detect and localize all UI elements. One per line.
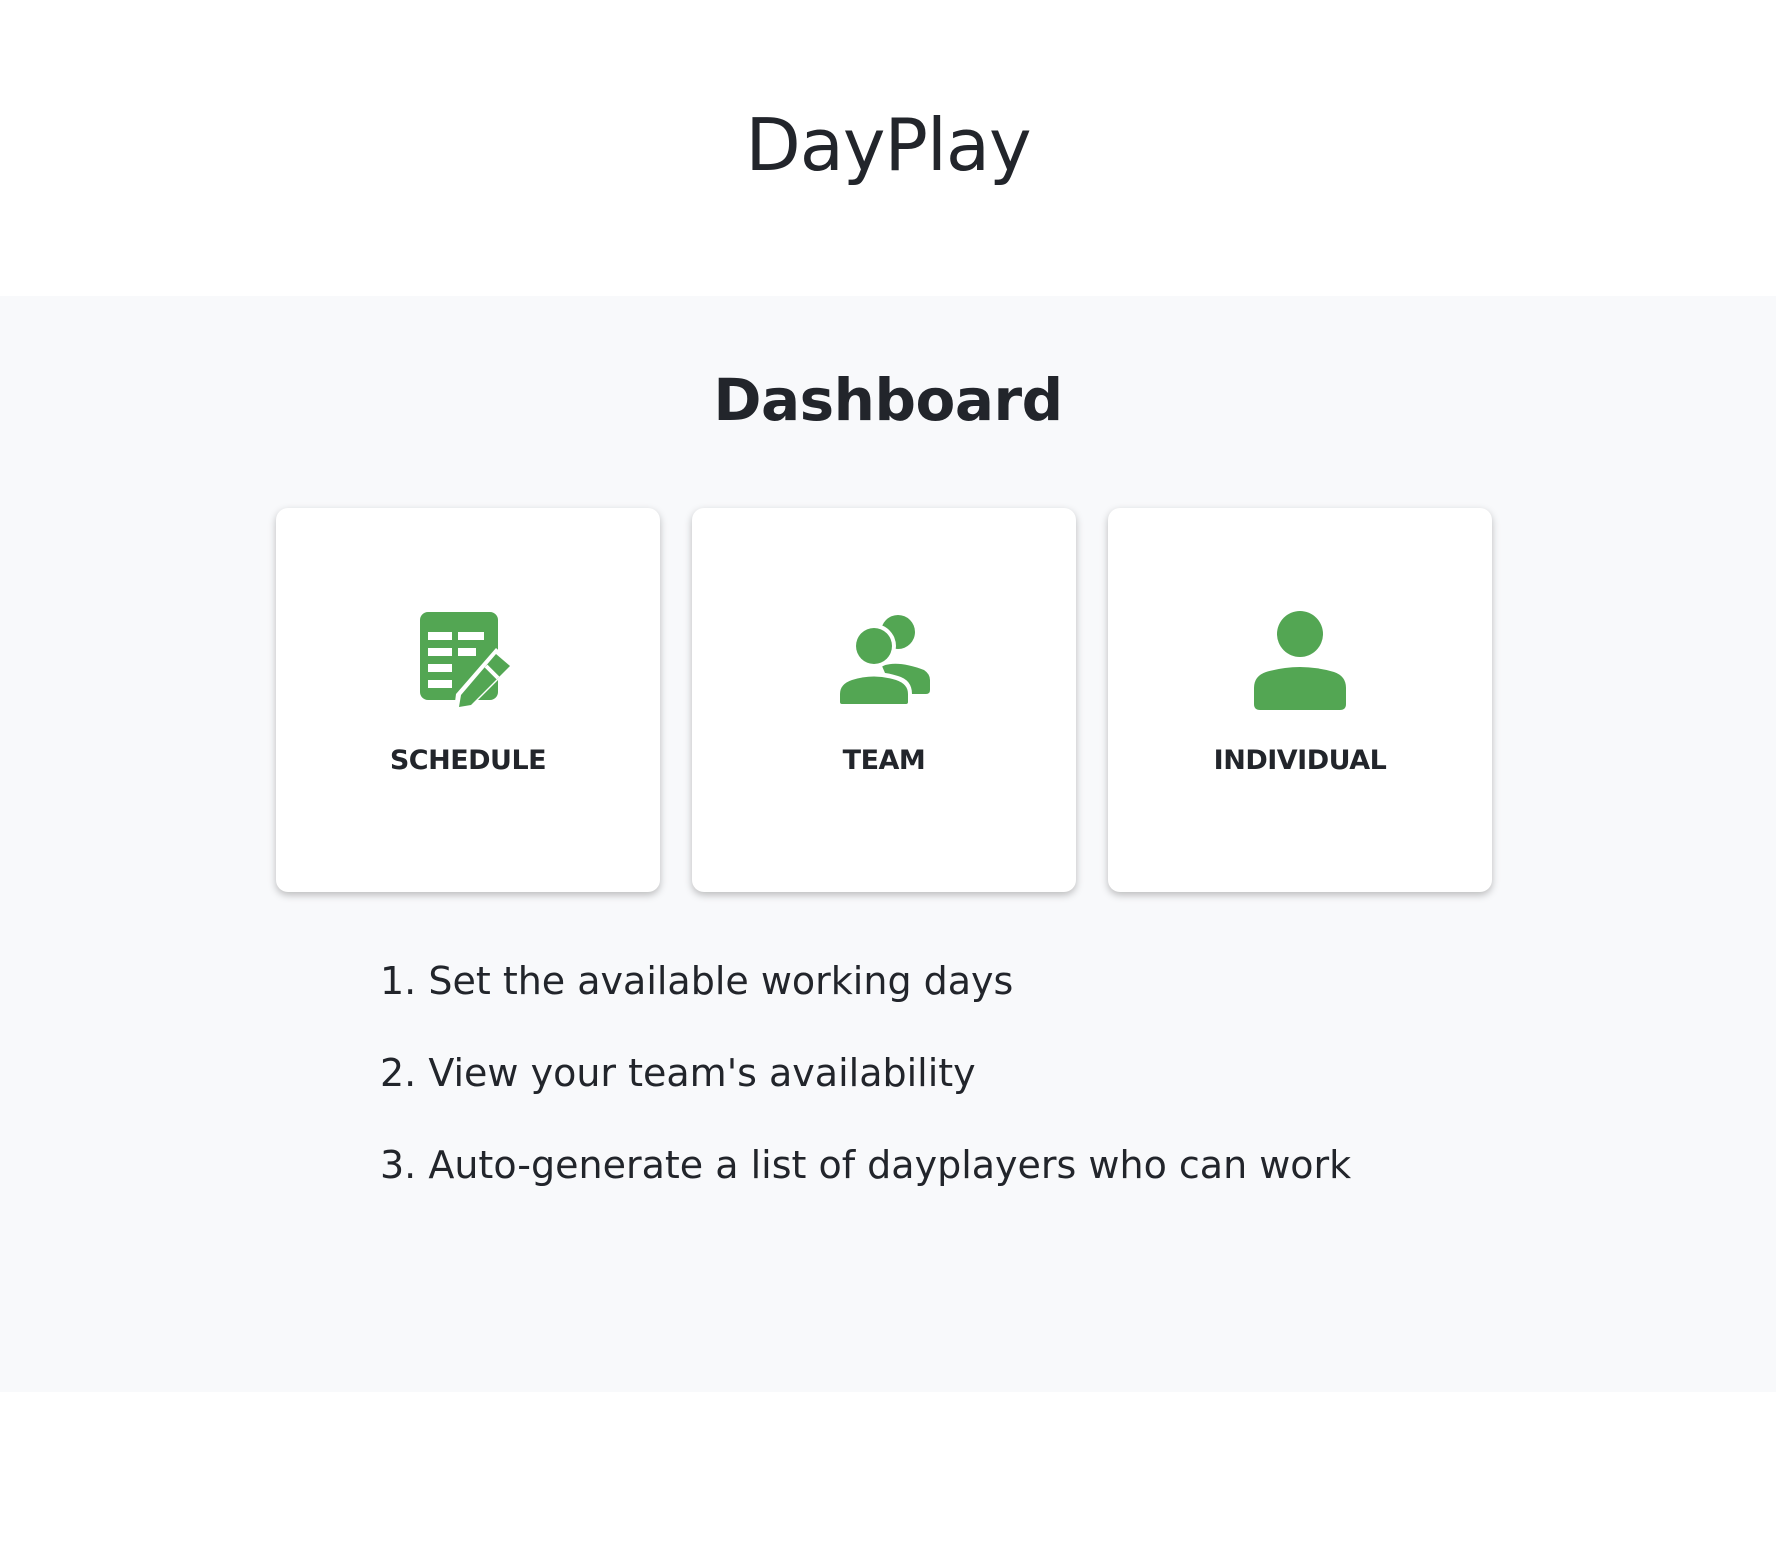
- person-icon: [1250, 610, 1350, 710]
- steps-list: 1. Set the available working days 2. Vie…: [380, 958, 1351, 1234]
- list-item: 1. Set the available working days: [380, 959, 1014, 1003]
- team-card-label: TEAM: [842, 745, 926, 776]
- dashboard-section: Dashboard SCHEDULE TEAM INDIVIDUAL 1. Se…: [0, 296, 1776, 1392]
- schedule-card[interactable]: SCHEDULE: [276, 508, 660, 892]
- app-title: DayPlay: [745, 103, 1031, 187]
- list-item: 2. View your team's availability: [380, 1051, 976, 1095]
- page-title: Dashboard: [713, 366, 1063, 434]
- team-icon: [834, 610, 934, 710]
- individual-card[interactable]: INDIVIDUAL: [1108, 508, 1492, 892]
- header: DayPlay: [0, 0, 1776, 296]
- individual-card-label: INDIVIDUAL: [1213, 745, 1387, 776]
- team-card[interactable]: TEAM: [692, 508, 1076, 892]
- schedule-edit-icon: [418, 610, 518, 710]
- list-item: 3. Auto-generate a list of dayplayers wh…: [380, 1143, 1352, 1187]
- schedule-card-label: SCHEDULE: [389, 745, 547, 776]
